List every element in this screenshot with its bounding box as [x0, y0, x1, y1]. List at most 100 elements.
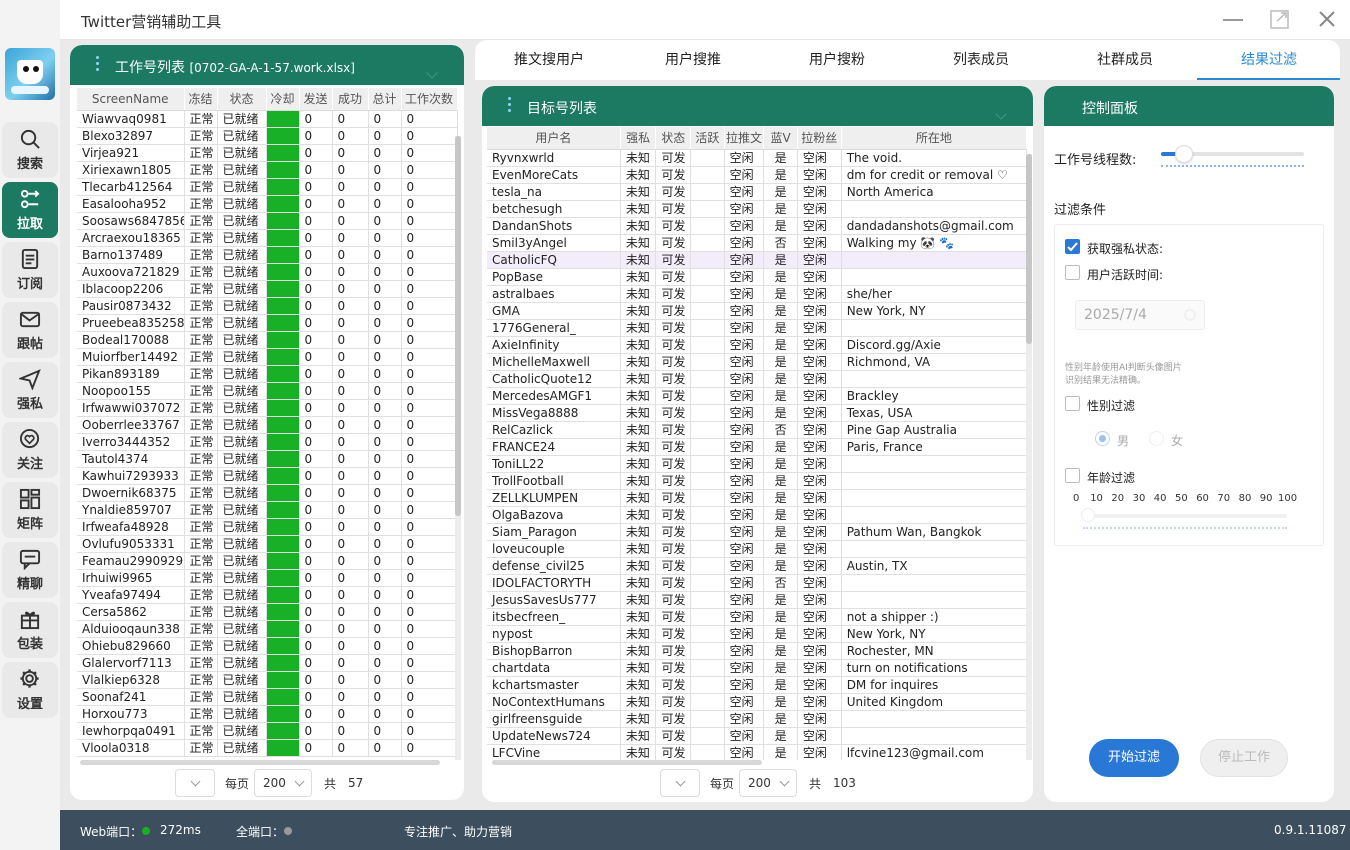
- worker-row[interactable]: Ohiebu829660 正常 已就绪 0 0 0 0: [77, 637, 458, 655]
- target-row[interactable]: MissVega8888 未知 可发 空闲是空闲 Texas, USA: [487, 404, 1028, 422]
- worker-row[interactable]: Tautol4374 正常 已就绪 0 0 0 0: [77, 450, 458, 468]
- worker-col-header[interactable]: ScreenName: [77, 88, 185, 111]
- start-filter-button[interactable]: 开始过滤: [1089, 739, 1179, 777]
- worker-row[interactable]: Noopoo155 正常 已就绪 0 0 0 0: [77, 382, 458, 400]
- target-row[interactable]: LFCVine 未知 可发 空闲是空闲 lfcvine123@gmail.com: [487, 744, 1028, 760]
- target-row[interactable]: CatholicFQ 未知 可发 空闲是空闲: [487, 251, 1028, 269]
- worker-row[interactable]: Soonaf241 正常 已就绪 0 0 0 0: [77, 688, 458, 706]
- target-table-scrollbar[interactable]: [1026, 154, 1032, 760]
- target-col-header[interactable]: 蓝V: [763, 127, 798, 150]
- worker-row[interactable]: Pausir0873432 正常 已就绪 0 0 0 0: [77, 297, 458, 315]
- target-row[interactable]: Ryvnxwrld 未知 可发 空闲是空闲 The void.: [487, 149, 1028, 167]
- age-range-slider[interactable]: [1081, 508, 1287, 522]
- calendar-icon[interactable]: [1184, 309, 1196, 321]
- worker-row[interactable]: Ooberrlee33767 正常 已就绪 0 0 0 0: [77, 416, 458, 434]
- worker-row[interactable]: Easalooha952 正常 已就绪 0 0 0 0: [77, 195, 458, 213]
- sidebar-item-6[interactable]: 关注: [2, 422, 58, 478]
- sidebar-item-8[interactable]: 精聊: [2, 542, 58, 598]
- gender-female-radio[interactable]: [1149, 431, 1164, 446]
- target-col-header[interactable]: 活跃: [690, 127, 725, 150]
- worker-row[interactable]: Irhuiwi9965 正常 已就绪 0 0 0 0: [77, 569, 458, 587]
- target-row[interactable]: FRANCE24 未知 可发 空闲是空闲 Paris, France: [487, 438, 1028, 456]
- target-row[interactable]: loveucouple 未知 可发 空闲是空闲: [487, 540, 1028, 558]
- worker-row[interactable]: Prueebea835258 正常 已就绪 0 0 0 0: [77, 314, 458, 332]
- worker-row[interactable]: Muiorfber14492 正常 已就绪 0 0 0 0: [77, 348, 458, 366]
- target-row[interactable]: DandanShots 未知 可发 空闲是空闲 dandadanshots@gmail.…: [487, 217, 1028, 235]
- sidebar-item-9[interactable]: 包装: [2, 602, 58, 658]
- worker-row[interactable]: Pikan893189 正常 已就绪 0 0 0 0: [77, 365, 458, 383]
- target-col-header[interactable]: 状态: [655, 127, 692, 150]
- target-row[interactable]: UpdateNews724 未知 可发 空闲是空闲: [487, 727, 1028, 745]
- target-row[interactable]: OlgaBazova 未知 可发 空闲是空闲: [487, 506, 1028, 524]
- drag-handle-icon[interactable]: [508, 97, 512, 115]
- worker-row[interactable]: Wiawvaq0981 正常 已就绪 0 0 0 0: [77, 110, 458, 128]
- thread-count-slider[interactable]: [1161, 145, 1304, 163]
- minimize-button[interactable]: [1220, 8, 1246, 32]
- tab-1[interactable]: 推文搜用户: [477, 40, 621, 80]
- sidebar-item-3[interactable]: 订阅: [2, 242, 58, 298]
- target-row[interactable]: kchartsmaster 未知 可发 空闲是空闲 DM for inquires: [487, 676, 1028, 694]
- worker-row[interactable]: Irfwawwi037072 正常 已就绪 0 0 0 0: [77, 399, 458, 417]
- target-row[interactable]: MercedesAMGF1 未知 可发 空闲是空闲 Brackley: [487, 387, 1028, 405]
- target-row[interactable]: Smil3yAngel 未知 可发 空闲否空闲 Walking my 🐼 🐾: [487, 234, 1028, 252]
- worker-row[interactable]: Vlalkiep6328 正常 已就绪 0 0 0 0: [77, 671, 458, 689]
- active-date-input[interactable]: 2025/7/4: [1075, 300, 1205, 330]
- worker-row[interactable]: Kawhui7293933 正常 已就绪 0 0 0 0: [77, 467, 458, 485]
- worker-col-header[interactable]: 总计: [368, 88, 402, 111]
- gender-male-radio[interactable]: [1095, 431, 1110, 446]
- target-col-header[interactable]: 拉粉丝: [797, 127, 842, 150]
- worker-col-header[interactable]: 成功: [332, 88, 369, 111]
- worker-row[interactable]: Barno137489 正常 已就绪 0 0 0 0: [77, 246, 458, 264]
- worker-row[interactable]: Vloola0318 正常 已就绪 0 0 0 0: [77, 739, 458, 757]
- maximize-button[interactable]: [1267, 8, 1293, 32]
- worker-col-header[interactable]: 状态: [217, 88, 267, 111]
- tab-4[interactable]: 列表成员: [909, 40, 1053, 80]
- worker-col-header[interactable]: 冷却: [266, 88, 300, 111]
- target-row[interactable]: NoContextHumans 未知 可发 空闲是空闲 United Kingdom: [487, 693, 1028, 711]
- worker-row[interactable]: Iewhorpqa0491 正常 已就绪 0 0 0 0: [77, 722, 458, 740]
- tab-2[interactable]: 用户搜推: [621, 40, 765, 80]
- tab-5[interactable]: 社群成员: [1053, 40, 1197, 80]
- worker-row[interactable]: Horxou773 正常 已就绪 0 0 0 0: [77, 705, 458, 723]
- target-row[interactable]: AxieInfinity 未知 可发 空闲是空闲 Discord.gg/Axie: [487, 336, 1028, 354]
- sidebar-item-2[interactable]: 拉取: [2, 182, 58, 238]
- sidebar-item-5[interactable]: 强私: [2, 362, 58, 418]
- target-row[interactable]: JesusSavesUs777 未知 可发 空闲是空闲: [487, 591, 1028, 609]
- worker-row[interactable]: Auxoova721829 正常 已就绪 0 0 0 0: [77, 263, 458, 281]
- worker-row[interactable]: Soosaws6847856 正常 已就绪 0 0 0 0: [77, 212, 458, 230]
- target-row[interactable]: GMA 未知 可发 空闲是空闲 New York, NY: [487, 302, 1028, 320]
- target-per-page-select[interactable]: 200: [739, 769, 798, 797]
- worker-row[interactable]: Iverro3444352 正常 已就绪 0 0 0 0: [77, 433, 458, 451]
- worker-row[interactable]: Virjea921 正常 已就绪 0 0 0 0: [77, 144, 458, 162]
- sidebar-item-10[interactable]: 设置: [2, 662, 58, 718]
- target-row[interactable]: girlfreensguide 未知 可发 空闲是空闲: [487, 710, 1028, 728]
- worker-row[interactable]: Ovlufu9053331 正常 已就绪 0 0 0 0: [77, 535, 458, 553]
- target-row[interactable]: ZELLKLUMPEN 未知 可发 空闲是空闲: [487, 489, 1028, 507]
- tab-3[interactable]: 用户搜粉: [765, 40, 909, 80]
- target-row[interactable]: 1776General_ 未知 可发 空闲是空闲: [487, 319, 1028, 337]
- worker-row[interactable]: Cersa5862 正常 已就绪 0 0 0 0: [77, 603, 458, 621]
- worker-row[interactable]: Arcraexou18365 正常 已就绪 0 0 0 0: [77, 229, 458, 247]
- target-row[interactable]: BishopBarron 未知 可发 空闲是空闲 Rochester, MN: [487, 642, 1028, 660]
- target-row[interactable]: tesla_na 未知 可发 空闲是空闲 North America: [487, 183, 1028, 201]
- target-row[interactable]: IDOLFACTORYTH 未知 可发 空闲否空闲: [487, 574, 1028, 592]
- target-row[interactable]: defense_civil25 未知 可发 空闲是空闲 Austin, TX: [487, 557, 1028, 575]
- chevron-down-icon[interactable]: [995, 108, 1007, 120]
- target-col-header[interactable]: 拉推文: [724, 127, 765, 150]
- sidebar-item-4[interactable]: 跟帖: [2, 302, 58, 358]
- target-page-select[interactable]: [660, 769, 700, 797]
- chevron-down-icon[interactable]: [426, 67, 438, 79]
- gender-filter-checkbox[interactable]: [1065, 396, 1080, 411]
- private-status-checkbox[interactable]: [1065, 239, 1080, 254]
- target-h-scrollbar[interactable]: [492, 760, 762, 765]
- worker-col-header[interactable]: 工作次数: [401, 88, 458, 111]
- target-row[interactable]: chartdata 未知 可发 空闲是空闲 turn on notifications: [487, 659, 1028, 677]
- target-row[interactable]: Siam_Paragon 未知 可发 空闲是空闲 Pathum Wan, Bangkok: [487, 523, 1028, 541]
- target-row[interactable]: astralbaes 未知 可发 空闲是空闲 she/her: [487, 285, 1028, 303]
- target-row[interactable]: ToniLL22 未知 可发 空闲是空闲: [487, 455, 1028, 473]
- sidebar-item-1[interactable]: 搜索: [2, 122, 58, 178]
- target-row[interactable]: TrollFootball 未知 可发 空闲是空闲: [487, 472, 1028, 490]
- worker-row[interactable]: Dwoernik68375 正常 已就绪 0 0 0 0: [77, 484, 458, 502]
- worker-row[interactable]: Xiriexawn1805 正常 已就绪 0 0 0 0: [77, 161, 458, 179]
- worker-h-scrollbar[interactable]: [80, 760, 440, 765]
